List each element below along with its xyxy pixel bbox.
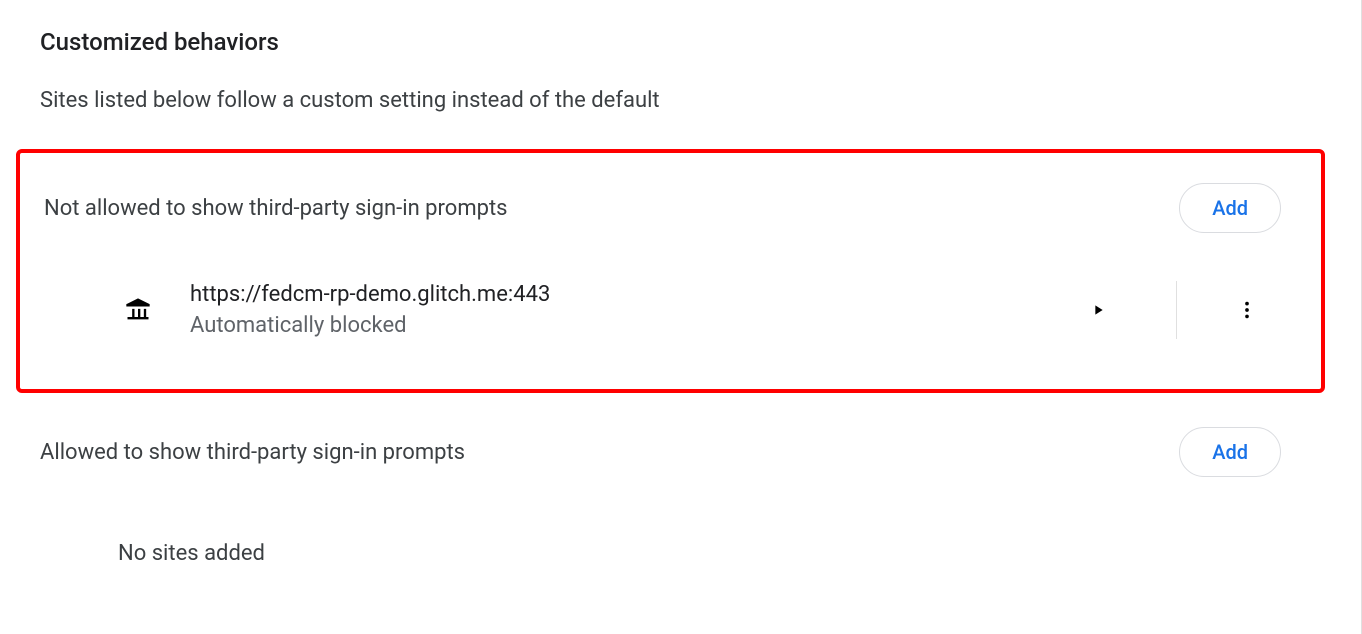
- allowed-title: Allowed to show third-party sign-in prom…: [40, 440, 465, 465]
- customized-behaviors-description: Sites listed below follow a custom setti…: [40, 88, 1321, 113]
- allowed-empty-message: No sites added: [40, 541, 1321, 566]
- vertical-divider: [1176, 281, 1177, 339]
- site-info: https://fedcm-rp-demo.glitch.me:443 Auto…: [190, 282, 1080, 338]
- add-allowed-button[interactable]: Add: [1179, 427, 1281, 477]
- allowed-section: Allowed to show third-party sign-in prom…: [40, 413, 1321, 566]
- not-allowed-highlight-box: Not allowed to show third-party sign-in …: [16, 149, 1325, 393]
- add-not-allowed-button[interactable]: Add: [1179, 183, 1281, 233]
- site-url: https://fedcm-rp-demo.glitch.me:443: [190, 282, 1080, 307]
- institution-icon: [122, 294, 154, 326]
- allowed-header: Allowed to show third-party sign-in prom…: [40, 427, 1321, 477]
- more-vert-icon[interactable]: [1229, 292, 1265, 328]
- customized-behaviors-heading: Customized behaviors: [40, 28, 1321, 56]
- expand-arrow-icon[interactable]: [1080, 292, 1116, 328]
- site-row: https://fedcm-rp-demo.glitch.me:443 Auto…: [44, 281, 1321, 339]
- not-allowed-header: Not allowed to show third-party sign-in …: [44, 183, 1321, 233]
- not-allowed-title: Not allowed to show third-party sign-in …: [44, 196, 508, 221]
- site-status: Automatically blocked: [190, 313, 1080, 338]
